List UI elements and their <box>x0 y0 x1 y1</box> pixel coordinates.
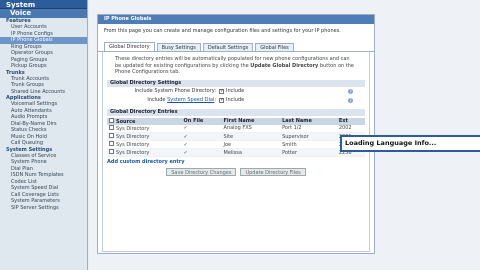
row-checkbox[interactable] <box>109 133 114 138</box>
table-cell: ✓ <box>181 140 222 149</box>
help-icon[interactable]: ? <box>348 97 353 103</box>
include-label: Include <box>226 88 245 94</box>
tab-bar: Global Directory Busy Settings Default Set… <box>98 42 374 52</box>
row-checkbox[interactable] <box>109 149 114 154</box>
save-directory-changes-button[interactable]: Save Directory Changes <box>166 168 237 176</box>
main-content: IP Phone Globals From this page you can … <box>89 0 480 270</box>
sidebar-item-sip-server-settings[interactable]: SIP Server Settings <box>0 205 87 212</box>
settings-heading: Global Directory Settings <box>107 79 365 87</box>
table-cell: Sys Directory <box>107 140 182 149</box>
column-header[interactable]: On File <box>181 117 222 125</box>
directory-table: Source On File First Name Last Name Ext Sys … <box>107 117 365 157</box>
setting-system-phone-directory: Include System Phone Directory: Include … <box>107 87 365 96</box>
sidebar-nav: Features User Accounts IP Phone Configs IP … <box>0 18 87 211</box>
update-global-directory-text: Update Global Directory <box>250 62 319 69</box>
panel-title: IP Phone Globals <box>98 15 374 24</box>
table-cell: 2002 <box>336 124 365 133</box>
include-label: Include <box>226 97 245 103</box>
table-cell: ✓ <box>181 132 222 141</box>
table-cell: ✓ <box>181 124 222 133</box>
table-cell: Melissa <box>221 148 281 157</box>
column-header[interactable]: Ext <box>336 117 365 125</box>
entries-heading: Global Directory Entries <box>107 108 365 116</box>
select-all-checkbox[interactable] <box>109 117 114 123</box>
sidebar: System Voice Features User Accounts IP Pho… <box>0 0 88 270</box>
column-header[interactable]: First Name <box>221 117 281 125</box>
column-header[interactable]: Source <box>107 117 182 125</box>
table-cell: Potter <box>280 148 337 157</box>
table-cell: Analog FXS <box>221 124 281 133</box>
table-row[interactable]: Sys Directory ✓ Melissa Potter 2256 <box>107 148 365 157</box>
row-checkbox[interactable] <box>109 124 114 130</box>
table-cell: Sys Directory <box>107 148 182 157</box>
global-directory-tab-content: These directory entries will be automati… <box>102 52 370 252</box>
panel-description: From this page you can create and manage… <box>104 28 341 34</box>
table-cell: Site <box>221 132 281 141</box>
table-row[interactable]: Sys Directory✓JoeSmith2044 <box>107 140 365 149</box>
directory-note: These directory entries will be automati… <box>115 56 354 75</box>
table-cell: Sys Directory <box>107 124 182 133</box>
include-system-directory-checkbox[interactable] <box>219 88 224 94</box>
table-cell: ✓ <box>181 148 222 157</box>
system-speed-dial-link[interactable]: System Speed Dial <box>167 97 214 103</box>
table-row[interactable]: Sys Directory ✓ Analog FXS Port 1/2 2002 <box>107 124 365 133</box>
help-icon[interactable]: ? <box>348 88 353 94</box>
button-row: Save Directory Changes Update Directory F… <box>107 168 365 176</box>
tab-default-settings[interactable]: Default Settings <box>202 43 254 51</box>
table-row[interactable]: Sys Directory✓SiteSupervisor2001 <box>107 132 365 141</box>
table-cell: Supervisor <box>280 132 337 141</box>
setting-label: Include System Phone Directory: <box>134 88 216 94</box>
update-directory-files-button[interactable]: Update Directory Files <box>240 168 306 176</box>
table-cell: Port 1/2 <box>280 124 337 133</box>
row-checkbox[interactable] <box>109 141 114 146</box>
table-cell: Sys Directory <box>107 132 182 141</box>
table-cell: Smith <box>280 140 337 149</box>
tab-global-files[interactable]: Global Files <box>255 43 294 51</box>
tab-busy-settings[interactable]: Busy Settings <box>156 43 201 51</box>
include-speed-dial-checkbox[interactable] <box>219 97 224 103</box>
tab-global-directory[interactable]: Global Directory <box>104 42 155 51</box>
system-section[interactable]: System <box>0 0 87 9</box>
column-header[interactable]: Last Name <box>280 117 337 125</box>
loading-language-popup: Loading Language Info... <box>340 135 480 152</box>
setting-system-speed-dial: Include System Speed Dial: Include ? <box>107 96 365 105</box>
setting-label: Include System Speed Dial: <box>147 97 216 103</box>
ip-phone-globals-panel: IP Phone Globals From this page you can … <box>97 14 375 254</box>
table-cell: Joe <box>221 140 281 149</box>
voice-section[interactable]: Voice <box>0 9 87 18</box>
add-custom-entry-link[interactable]: Add custom directory entry <box>107 159 365 165</box>
